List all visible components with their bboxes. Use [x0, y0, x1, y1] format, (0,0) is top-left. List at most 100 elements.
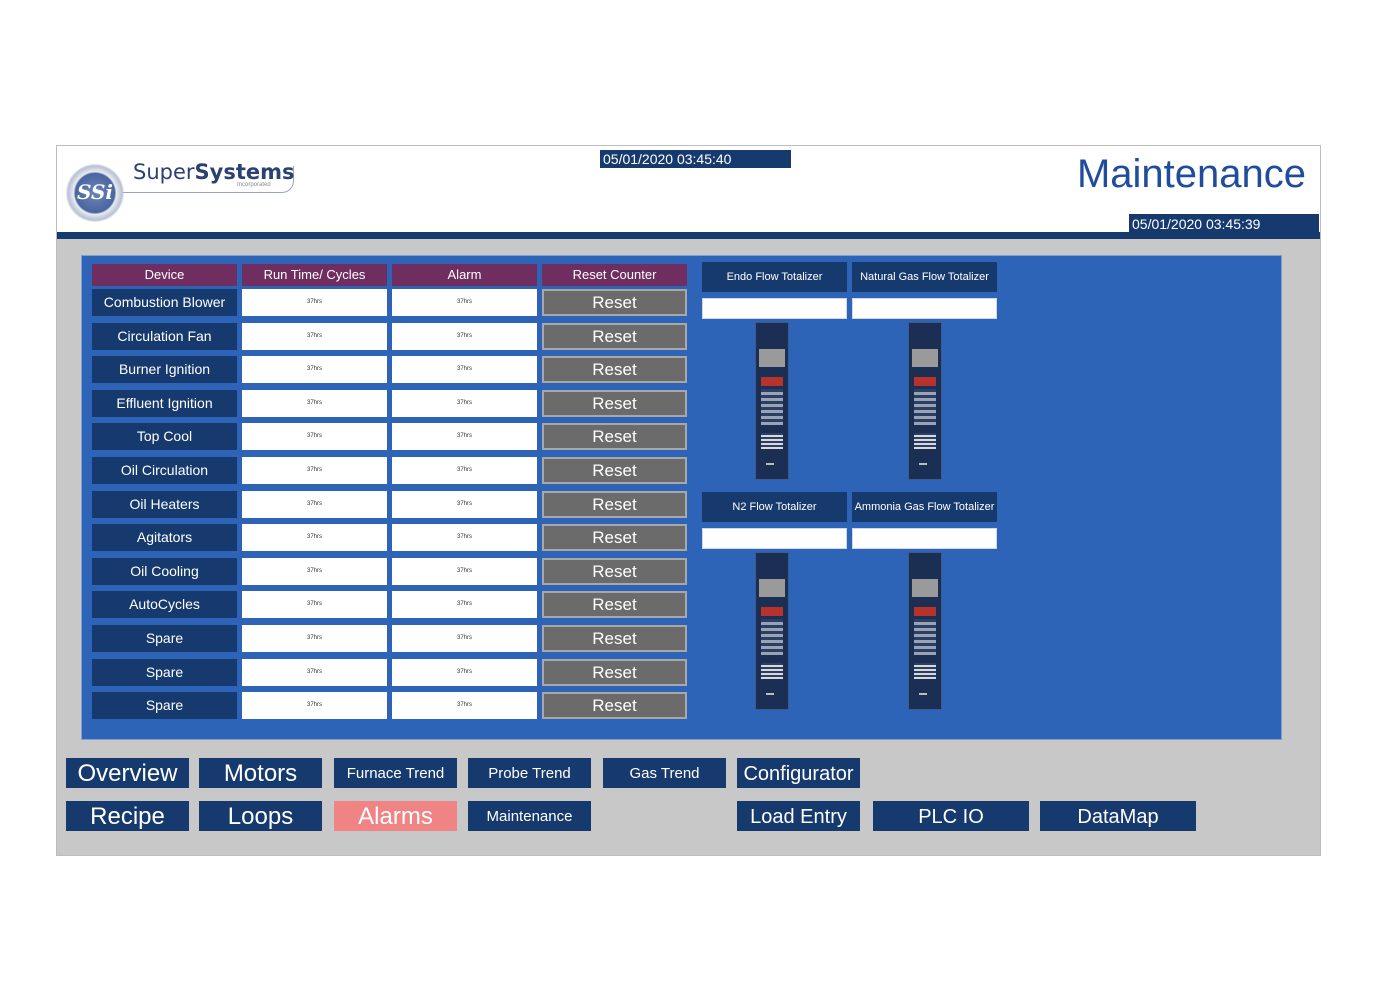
reset-button[interactable]: Reset [542, 356, 687, 383]
meter-top [912, 579, 938, 597]
reset-button[interactable]: Reset [542, 289, 687, 316]
alarm-cell: 37hrs [392, 289, 537, 316]
reset-button[interactable]: Reset [542, 591, 687, 618]
runtime-cell: 37hrs [242, 692, 387, 719]
reset-button[interactable]: Reset [542, 692, 687, 719]
nav-configurator-button[interactable]: Configurator [736, 757, 861, 789]
device-name-cell: AutoCycles [92, 591, 237, 618]
datetime-top: 05/01/2020 03:45:40 [600, 150, 791, 168]
brand-bold: Systems [194, 160, 295, 184]
reset-button[interactable]: Reset [542, 524, 687, 551]
alarm-cell: 37hrs [392, 591, 537, 618]
runtime-cell: 37hrs [242, 659, 387, 686]
nav-maintenance-button[interactable]: Maintenance [467, 800, 592, 832]
alarm-cell: 37hrs [392, 423, 537, 450]
meter-keypad [761, 619, 783, 655]
device-name-cell: Burner Ignition [92, 356, 237, 383]
alarm-cell: 37hrs [392, 524, 537, 551]
nav-alarms-button[interactable]: Alarms [333, 800, 458, 832]
reset-button[interactable]: Reset [542, 625, 687, 652]
device-name-cell: Spare [92, 692, 237, 719]
runtime-cell: 37hrs [242, 558, 387, 585]
device-name-cell: Oil Heaters [92, 491, 237, 518]
meter-led [766, 463, 774, 465]
runtime-cell: 37hrs [242, 423, 387, 450]
totalizer-value-n2 [702, 528, 847, 549]
device-name-cell: Spare [92, 659, 237, 686]
nav-recipe-button[interactable]: Recipe [65, 800, 190, 832]
alarm-cell: 37hrs [392, 558, 537, 585]
totalizer-value-ammonia [852, 528, 997, 549]
meter-led [766, 693, 774, 695]
meter-display [914, 377, 936, 386]
totalizer-label-ammonia: Ammonia Gas Flow Totalizer [852, 492, 997, 522]
meter-top [759, 349, 785, 367]
alarm-cell: 37hrs [392, 692, 537, 719]
reset-button[interactable]: Reset [542, 558, 687, 585]
reset-button[interactable]: Reset [542, 659, 687, 686]
nav-loops-button[interactable]: Loops [198, 800, 323, 832]
totalizer-label-natural-gas: Natural Gas Flow Totalizer [852, 262, 997, 292]
runtime-cell: 37hrs [242, 289, 387, 316]
nav-motors-button[interactable]: Motors [198, 757, 323, 789]
meter-top [912, 349, 938, 367]
flow-meter-image [755, 322, 789, 480]
totalizer-label-n2: N2 Flow Totalizer [702, 492, 847, 522]
device-name-cell: Spare [92, 625, 237, 652]
reset-button[interactable]: Reset [542, 491, 687, 518]
flow-meter-image [755, 552, 789, 710]
nav-load-entry-button[interactable]: Load Entry [736, 800, 861, 832]
nav-plc-io-button[interactable]: PLC IO [872, 800, 1030, 832]
page-title: Maintenance [1076, 152, 1306, 196]
reset-button[interactable]: Reset [542, 423, 687, 450]
runtime-cell: 37hrs [242, 356, 387, 383]
device-name-cell: Oil Circulation [92, 457, 237, 484]
brand-sub: Incorporated [237, 182, 271, 188]
flow-meter-image [908, 322, 942, 480]
meter-display [914, 607, 936, 616]
meter-terminal [914, 433, 936, 449]
nav-probe-trend-button[interactable]: Probe Trend [467, 757, 592, 789]
reset-button[interactable]: Reset [542, 390, 687, 417]
meter-keypad [914, 389, 936, 425]
meter-terminal [914, 663, 936, 679]
header-bar: SSi SuperSystems Incorporated 05/01/2020… [57, 146, 1320, 239]
reset-button[interactable]: Reset [542, 323, 687, 350]
runtime-cell: 37hrs [242, 524, 387, 551]
nav-gas-trend-button[interactable]: Gas Trend [602, 757, 727, 789]
maintenance-panel: Device Run Time/ Cycles Alarm Reset Coun… [81, 255, 1282, 740]
totalizer-value-endo [702, 298, 847, 319]
device-name-cell: Combustion Blower [92, 289, 237, 316]
totalizer-value-natural-gas [852, 298, 997, 319]
ssi-logo: SSi [66, 164, 124, 222]
alarm-cell: 37hrs [392, 323, 537, 350]
runtime-cell: 37hrs [242, 457, 387, 484]
meter-led [919, 463, 927, 465]
alarm-cell: 37hrs [392, 659, 537, 686]
brand-prefix: Super [133, 160, 195, 184]
col-header-device: Device [92, 264, 237, 286]
nav-overview-button[interactable]: Overview [65, 757, 190, 789]
runtime-cell: 37hrs [242, 390, 387, 417]
meter-display [761, 377, 783, 386]
reset-button[interactable]: Reset [542, 457, 687, 484]
col-header-reset: Reset Counter [542, 264, 687, 286]
meter-top [759, 579, 785, 597]
device-name-cell: Effluent Ignition [92, 390, 237, 417]
meter-display [761, 607, 783, 616]
runtime-cell: 37hrs [242, 491, 387, 518]
brand-name: SuperSystems [133, 160, 295, 184]
logo-text: SSi [76, 180, 114, 204]
alarm-cell: 37hrs [392, 491, 537, 518]
meter-terminal [761, 433, 783, 449]
totalizer-label-endo: Endo Flow Totalizer [702, 262, 847, 292]
runtime-cell: 37hrs [242, 591, 387, 618]
meter-led [919, 693, 927, 695]
device-name-cell: Circulation Fan [92, 323, 237, 350]
alarm-cell: 37hrs [392, 390, 537, 417]
col-header-runtime: Run Time/ Cycles [242, 264, 387, 286]
hmi-window: SSi SuperSystems Incorporated 05/01/2020… [56, 145, 1321, 856]
nav-datamap-button[interactable]: DataMap [1039, 800, 1197, 832]
nav-furnace-trend-button[interactable]: Furnace Trend [333, 757, 458, 789]
runtime-cell: 37hrs [242, 625, 387, 652]
